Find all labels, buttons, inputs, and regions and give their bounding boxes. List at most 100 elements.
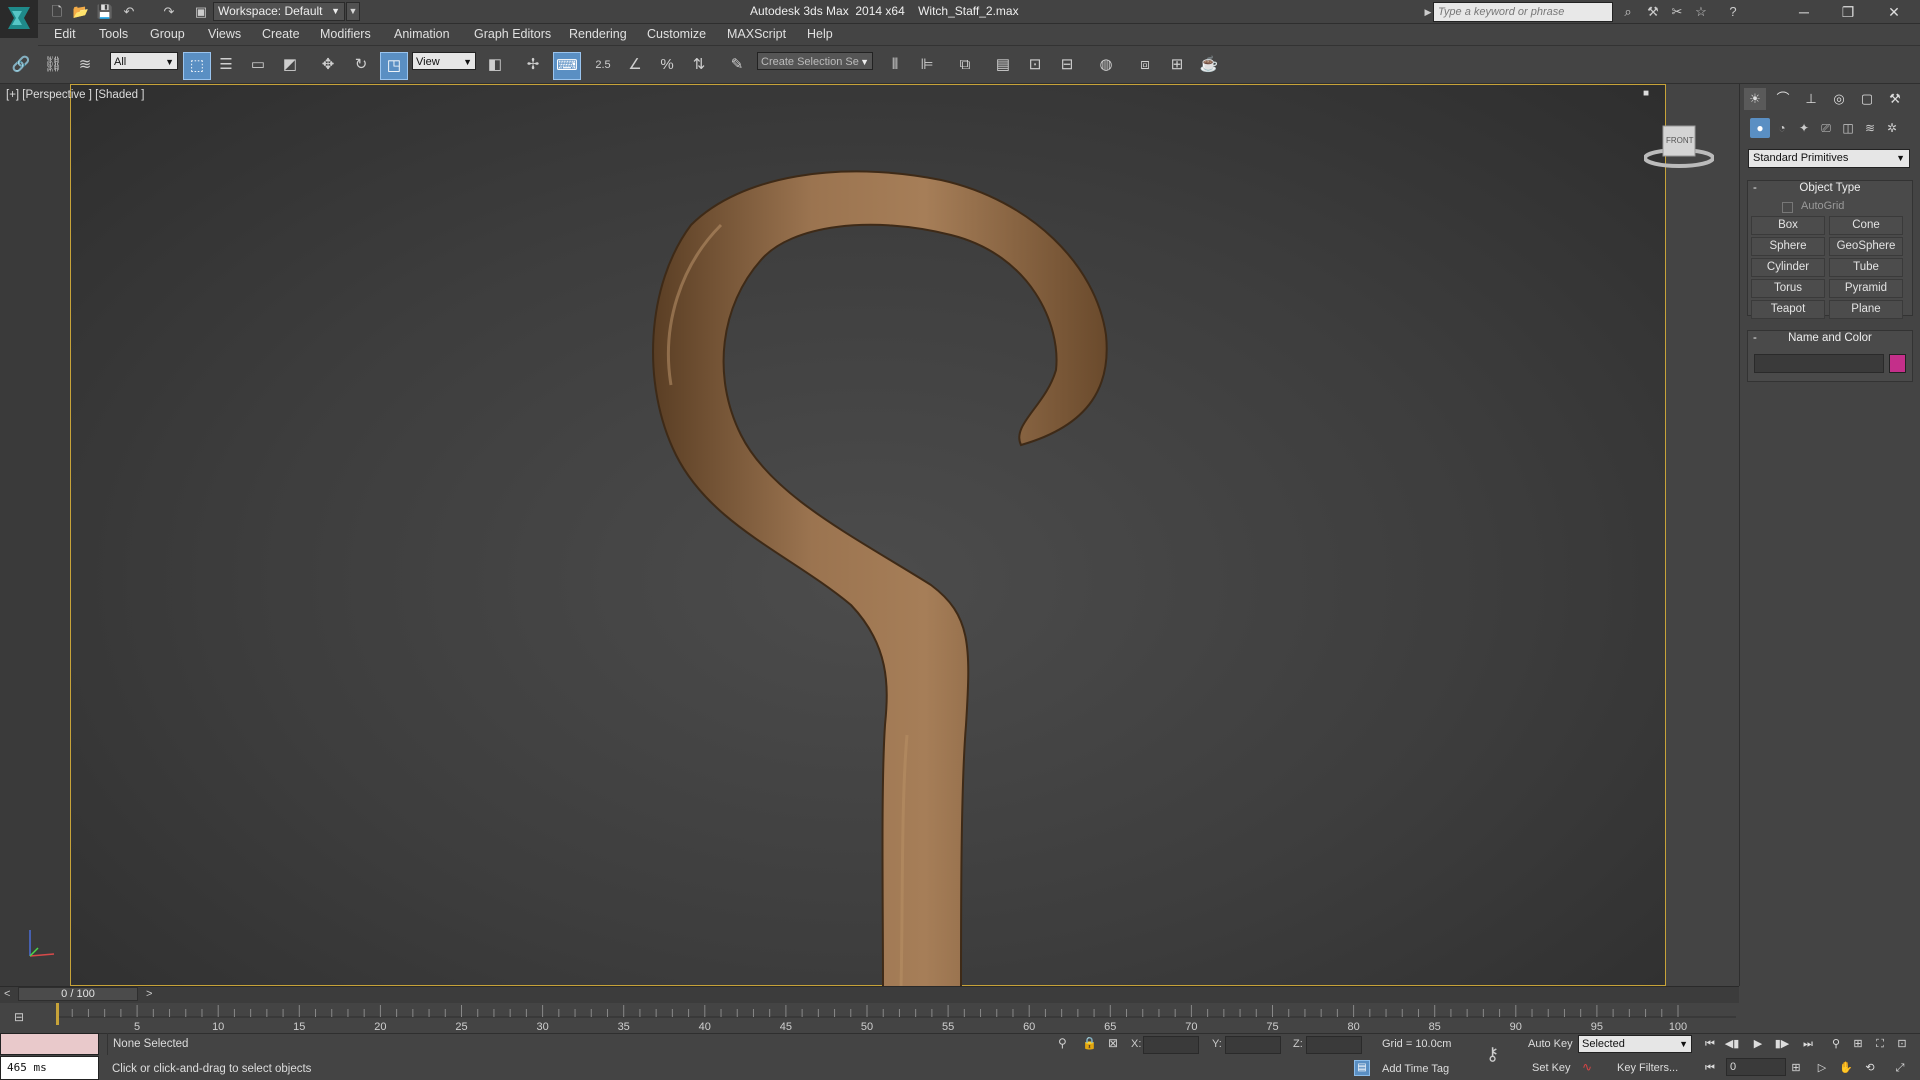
redo-icon[interactable]: ↷ xyxy=(160,3,178,21)
helpers-icon[interactable]: ◫ xyxy=(1838,118,1858,138)
render-production-icon[interactable]: ☕ xyxy=(1196,52,1222,78)
binoculars-icon[interactable]: ⌕ xyxy=(1619,3,1637,21)
rotate-icon[interactable]: ↻ xyxy=(348,52,374,78)
reference-coordinate-dropdown[interactable]: View ▼ xyxy=(412,52,476,70)
keyboard-shortcut-override-icon[interactable]: ⌨ xyxy=(553,52,581,80)
modify-tab-icon[interactable]: ⌒ xyxy=(1772,88,1794,110)
app-menu-button[interactable] xyxy=(0,0,38,38)
track-bar-ruler[interactable]: 5 10 15 20 25 30 35 40 45 50 55 60 65 70 75 80 85 90 95 100 xyxy=(56,1003,1736,1033)
default-in-out-tangent-icon[interactable]: ∿ xyxy=(1582,1060,1592,1074)
named-selection-set-dropdown[interactable]: Create Selection Se ▼ xyxy=(757,52,873,70)
lights-icon[interactable]: ✦ xyxy=(1794,118,1814,138)
selection-lock-icon[interactable]: 🔒 xyxy=(1082,1036,1097,1050)
zoom-all-icon[interactable]: ⊞ xyxy=(1848,1034,1868,1054)
menu-modifiers[interactable]: Modifiers xyxy=(320,27,371,41)
cone-button[interactable]: Cone xyxy=(1829,216,1903,235)
menu-animation[interactable]: Animation xyxy=(394,27,450,41)
curve-editor-icon[interactable]: ⊡ xyxy=(1022,52,1048,78)
select-and-link-icon[interactable]: 🔗 xyxy=(8,52,34,78)
select-manipulate-icon[interactable]: ✢ xyxy=(520,52,546,78)
space-warps-icon[interactable]: ≋ xyxy=(1860,118,1880,138)
hierarchy-tab-icon[interactable]: ⊥ xyxy=(1800,88,1822,110)
object-name-field[interactable] xyxy=(1754,354,1884,373)
selection-filter-dropdown[interactable]: All ▼ xyxy=(110,52,178,70)
mirror-icon[interactable]: ⫴ xyxy=(882,52,908,78)
project-folder-icon[interactable]: ▣ xyxy=(192,3,210,21)
create-tab-icon[interactable]: ☀ xyxy=(1744,88,1766,110)
quick-access-customize-button[interactable]: ▼ xyxy=(346,2,360,21)
utilities-tab-icon[interactable]: ⚒ xyxy=(1884,88,1906,110)
key-mode-toggle-icon[interactable]: ⏮ xyxy=(1700,1058,1720,1078)
communication-center-icon[interactable]: ✂ xyxy=(1668,3,1686,21)
minimize-button[interactable]: ─ xyxy=(1782,0,1826,24)
shapes-icon[interactable]: ◔ xyxy=(1772,118,1792,138)
help-icon[interactable]: ? xyxy=(1724,3,1742,21)
add-time-tag-button[interactable]: Add Time Tag xyxy=(1382,1063,1449,1075)
key-mode-dropdown[interactable]: Selected ▼ xyxy=(1578,1035,1692,1053)
time-tag-icon[interactable]: ▤ xyxy=(1354,1060,1370,1076)
zoom-extents-all-icon[interactable]: ⊡ xyxy=(1892,1034,1912,1054)
maximize-viewport-icon[interactable]: ⤢ xyxy=(1890,1058,1910,1078)
restore-button[interactable]: ❐ xyxy=(1826,0,1870,24)
graphite-ribbon-icon[interactable]: ▤ xyxy=(990,52,1016,78)
workspace-dropdown[interactable]: Workspace: Default ▼ xyxy=(213,2,345,21)
move-icon[interactable]: ✥ xyxy=(315,52,341,78)
time-slider-next[interactable]: > xyxy=(146,988,152,1000)
perspective-viewport[interactable] xyxy=(70,84,1666,987)
z-coordinate-field[interactable] xyxy=(1306,1036,1362,1054)
current-frame-marker[interactable] xyxy=(56,1003,59,1025)
scale-icon[interactable]: ◳ xyxy=(380,52,408,80)
undo-icon[interactable]: ↶ xyxy=(120,3,138,21)
go-to-start-icon[interactable]: ⏮ xyxy=(1700,1034,1720,1054)
object-category-dropdown[interactable]: Standard Primitives ▼ xyxy=(1748,149,1910,168)
zoom-icon[interactable]: ⚲ xyxy=(1826,1034,1846,1054)
percent-snap-icon[interactable]: % xyxy=(654,52,680,78)
unlink-selection-icon[interactable]: ⛓ xyxy=(40,52,66,78)
display-tab-icon[interactable]: ▢ xyxy=(1856,88,1878,110)
go-to-end-icon[interactable]: ⏭ xyxy=(1798,1034,1818,1054)
menu-create[interactable]: Create xyxy=(262,27,300,41)
rectangular-selection-icon[interactable]: ▭ xyxy=(245,52,271,78)
pan-view-icon[interactable]: ✋ xyxy=(1836,1058,1856,1078)
x-coordinate-field[interactable] xyxy=(1143,1036,1199,1054)
name-and-color-header[interactable]: - Name and Color xyxy=(1748,331,1912,346)
current-frame-field[interactable]: 0 xyxy=(1726,1058,1786,1076)
time-slider-prev[interactable]: < xyxy=(4,988,10,1000)
key-icon[interactable]: ⚷ xyxy=(1486,1044,1499,1065)
menu-help[interactable]: Help xyxy=(807,27,833,41)
window-crossing-icon[interactable]: ◩ xyxy=(277,52,303,78)
teapot-button[interactable]: Teapot xyxy=(1751,300,1825,319)
menu-edit[interactable]: Edit xyxy=(54,27,76,41)
object-color-swatch[interactable] xyxy=(1889,354,1906,373)
time-slider-thumb[interactable]: 0 / 100 xyxy=(18,987,138,1001)
viewport-label[interactable]: [+] [Perspective ] [Shaded ] xyxy=(6,89,144,101)
autogrid-checkbox[interactable] xyxy=(1782,202,1793,213)
auto-key-button[interactable]: Auto Key xyxy=(1528,1038,1573,1050)
select-object-icon[interactable]: ⬚ xyxy=(183,52,211,80)
search-input[interactable]: Type a keyword or phrase xyxy=(1433,2,1613,22)
object-type-header[interactable]: - Object Type xyxy=(1748,181,1912,196)
menu-views[interactable]: Views xyxy=(208,27,241,41)
cameras-icon[interactable]: ⎚ xyxy=(1816,118,1836,138)
next-frame-icon[interactable]: ▮▶ xyxy=(1772,1034,1792,1054)
maxscript-listener-mini[interactable] xyxy=(0,1033,99,1055)
menu-group[interactable]: Group xyxy=(150,27,185,41)
material-editor-icon[interactable]: ◍ xyxy=(1093,52,1119,78)
geosphere-button[interactable]: GeoSphere xyxy=(1829,237,1903,256)
edit-named-selection-icon[interactable]: ✎ xyxy=(724,52,750,78)
cylinder-button[interactable]: Cylinder xyxy=(1751,258,1825,277)
menu-graph-editors[interactable]: Graph Editors xyxy=(474,27,551,41)
save-file-icon[interactable]: 💾 xyxy=(96,3,114,21)
bind-to-space-warp-icon[interactable]: ≋ xyxy=(72,52,98,78)
snaps-toggle[interactable]: 2.5 xyxy=(590,52,616,78)
align-icon[interactable]: ⊫ xyxy=(914,52,940,78)
geometry-icon[interactable]: ● xyxy=(1750,118,1770,138)
box-button[interactable]: Box xyxy=(1751,216,1825,235)
angle-snap-icon[interactable]: ∠ xyxy=(622,52,648,78)
viewcube[interactable]: FRONT xyxy=(1643,124,1715,169)
sphere-button[interactable]: Sphere xyxy=(1751,237,1825,256)
plane-button[interactable]: Plane xyxy=(1829,300,1903,319)
select-by-name-icon[interactable]: ☰ xyxy=(213,52,239,78)
orbit-icon[interactable]: ⟲ xyxy=(1860,1058,1880,1078)
mini-curve-editor-icon[interactable]: ⊟ xyxy=(14,1010,24,1024)
